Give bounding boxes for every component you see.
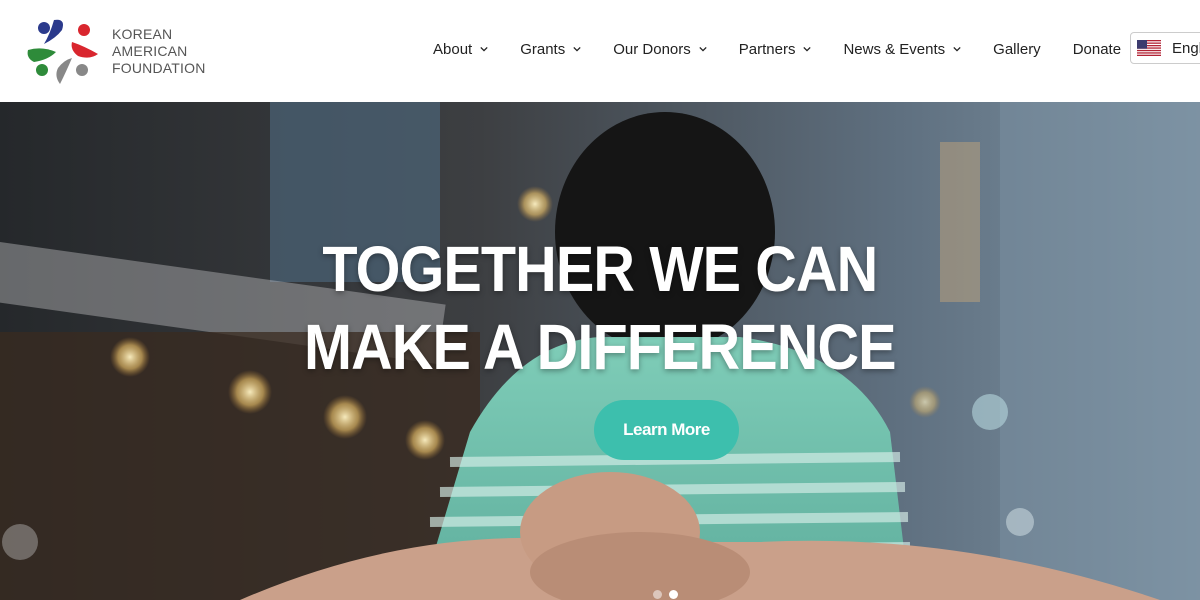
slider-pagination xyxy=(653,590,685,599)
slider-dot-1[interactable] xyxy=(653,590,662,599)
nav-item-label: Donate xyxy=(1072,40,1122,58)
main-nav: About Grants Our Donors Partners News & … xyxy=(433,37,1121,61)
chevron-down-icon xyxy=(573,46,581,52)
nav-item-our-donors[interactable]: Our Donors xyxy=(613,41,707,58)
nav-item-news-events[interactable]: News & Events xyxy=(843,41,961,58)
nav-item-donate[interactable]: Donate xyxy=(1073,41,1121,58)
us-flag-icon xyxy=(1137,40,1161,56)
hero-title-line-1: TOGETHER WE CAN xyxy=(322,233,878,305)
nav-item-partners[interactable]: Partners xyxy=(739,41,812,58)
nav-item-label: Partners xyxy=(738,40,796,58)
nav-item-grants[interactable]: Grants xyxy=(520,41,581,58)
logo[interactable]: KOREAN AMERICAN FOUNDATION xyxy=(26,16,206,86)
nav-item-label: Grants xyxy=(520,40,566,58)
language-selector[interactable]: Engl xyxy=(1130,32,1200,64)
hero-title-line-2: MAKE A DIFFERENCE xyxy=(304,311,897,383)
nav-item-label: News & Events xyxy=(843,40,946,58)
nav-item-label: About xyxy=(433,40,473,58)
language-label: Engl xyxy=(1172,39,1200,57)
nav-item-label: Our Donors xyxy=(613,40,691,58)
logo-line-2: AMERICAN xyxy=(112,42,188,59)
nav-item-gallery[interactable]: Gallery xyxy=(993,41,1041,58)
logo-line-1: KOREAN xyxy=(112,25,173,42)
hero-title: TOGETHER WE CAN MAKE A DIFFERENCE xyxy=(0,230,1200,386)
site-header: KOREAN AMERICAN FOUNDATION About Grants … xyxy=(0,0,1200,102)
chevron-down-icon xyxy=(699,46,707,52)
learn-more-button[interactable]: Learn More xyxy=(594,400,739,460)
nav-item-label: Gallery xyxy=(993,40,1041,58)
logo-text: KOREAN AMERICAN FOUNDATION xyxy=(112,26,206,77)
chevron-down-icon xyxy=(803,46,812,52)
nav-item-about[interactable]: About xyxy=(433,41,488,58)
foundation-logo-icon xyxy=(27,19,98,84)
chevron-down-icon xyxy=(480,46,488,52)
logo-line-3: FOUNDATION xyxy=(112,59,206,76)
chevron-down-icon xyxy=(953,46,961,52)
slider-dot-2[interactable] xyxy=(669,590,678,599)
hero-slider: TOGETHER WE CAN MAKE A DIFFERENCE Learn … xyxy=(0,102,1200,600)
